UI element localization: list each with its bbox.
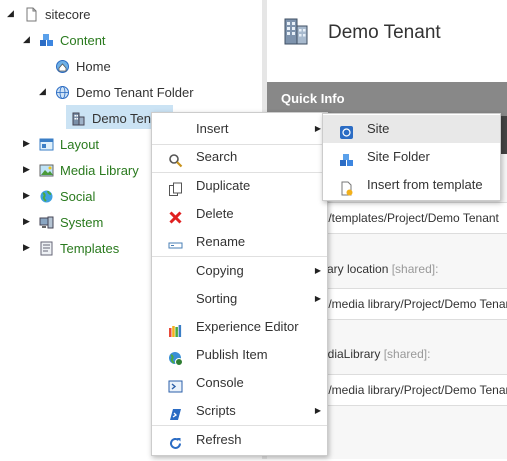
submenu-arrow-icon: ▶ [314, 124, 321, 133]
expand-arrow-icon[interactable]: ▶ [23, 242, 30, 253]
item-header: Demo Tenant [267, 0, 507, 82]
delete-x-icon [168, 207, 183, 224]
tree-node-demo-tenant-folder[interactable]: Demo Tenant Folder [55, 81, 194, 103]
shared-tag: [shared]: [383, 347, 431, 361]
menu-item-insert[interactable]: Insert ▶ [152, 115, 327, 143]
media-library-location-label: library location [shared]: [311, 262, 438, 276]
collapse-arrow-icon[interactable]: ◢ [7, 8, 14, 19]
system-computer-icon [39, 215, 54, 230]
image-icon [39, 163, 54, 178]
shared-tag: [shared]: [391, 262, 439, 276]
menu-label: Delete [196, 206, 234, 221]
expand-arrow-icon[interactable]: ▶ [23, 216, 30, 227]
page-icon [24, 7, 39, 22]
menu-item-scripts[interactable]: Scripts ▶ [152, 397, 327, 425]
submenu-item-insert-from-template[interactable]: Insert from template [323, 171, 500, 199]
menu-item-delete[interactable]: Delete [152, 200, 327, 228]
expand-arrow-icon[interactable]: ▶ [23, 138, 30, 149]
menu-item-rename[interactable]: Rename [152, 228, 327, 256]
publish-globe-icon [168, 348, 183, 366]
rename-icon [168, 235, 183, 250]
home-globe-icon [55, 59, 70, 74]
submenu-label: Site Folder [367, 149, 430, 164]
tree-label: Home [76, 58, 111, 74]
tree-node-content[interactable]: Content [39, 29, 106, 51]
quick-info-header[interactable]: Quick Info [267, 82, 507, 116]
duplicate-icon [168, 179, 183, 196]
search-icon [168, 150, 183, 168]
menu-label: Sorting [196, 291, 238, 306]
context-menu: Insert ▶ Search Duplicate Delete Rename … [151, 112, 328, 456]
submenu-arrow-icon: ▶ [314, 406, 321, 415]
scripts-icon [168, 404, 183, 420]
refresh-icon [168, 433, 183, 449]
menu-label: Duplicate [196, 178, 251, 193]
submenu-label: Site [367, 121, 390, 136]
submenu-item-site-folder[interactable]: Site Folder [323, 143, 500, 171]
tree-label: sitecore [45, 6, 91, 22]
submenu-label: Insert from template [367, 177, 483, 192]
tree-node-home[interactable]: Home [55, 55, 111, 77]
tree-label: Templates [60, 240, 120, 256]
expand-arrow-icon[interactable]: ▶ [23, 190, 30, 201]
tree-node-social[interactable]: Social [39, 185, 95, 207]
page-title: Demo Tenant [328, 22, 441, 43]
tree-label: System [60, 214, 104, 230]
tree-label: Layout [60, 136, 100, 152]
media-library-label: MediaLibrary [shared]: [311, 347, 430, 361]
tree-label: Content [60, 32, 106, 48]
menu-label: Scripts [196, 403, 236, 418]
menu-label: Console [196, 375, 244, 390]
site-icon [339, 122, 354, 139]
menu-item-publish-item[interactable]: Publish Item [152, 341, 327, 369]
menu-label: Publish Item [196, 347, 268, 362]
menu-label: Copying [196, 263, 244, 278]
menu-item-search[interactable]: Search [152, 143, 327, 171]
menu-item-experience-editor[interactable]: Experience Editor [152, 313, 327, 341]
crayons-icon [168, 320, 183, 337]
building-icon [71, 111, 86, 126]
tree-node-media-library[interactable]: Media Library [39, 159, 139, 181]
tree-node-sitecore[interactable]: sitecore [24, 3, 91, 25]
menu-label: Search [196, 149, 238, 164]
menu-label: Experience Editor [196, 319, 299, 334]
expand-arrow-icon[interactable]: ▶ [23, 164, 30, 175]
submenu-item-site[interactable]: Site [323, 115, 500, 143]
submenu-arrow-icon: ▶ [314, 266, 321, 275]
template-icon [339, 178, 354, 196]
collapse-arrow-icon[interactable]: ◢ [23, 34, 30, 45]
tree-label: Media Library [60, 162, 139, 178]
content-cubes-icon [39, 33, 54, 48]
menu-item-console[interactable]: Console [152, 369, 327, 397]
globe-icon [55, 85, 70, 100]
social-globe-icon [39, 189, 54, 204]
menu-item-sorting[interactable]: Sorting ▶ [152, 285, 327, 313]
menu-label: Refresh [196, 432, 242, 447]
site-folder-cubes-icon [339, 150, 354, 166]
tree-node-templates[interactable]: Templates [39, 237, 119, 259]
menu-item-duplicate[interactable]: Duplicate [152, 172, 327, 200]
tree-label: Social [60, 188, 96, 204]
tree-node-system[interactable]: System [39, 211, 103, 233]
menu-label: Rename [196, 234, 246, 249]
menu-label: Insert [196, 121, 229, 136]
menu-item-refresh[interactable]: Refresh [152, 426, 327, 454]
template-document-icon [39, 241, 54, 256]
layout-icon [39, 137, 54, 152]
insert-submenu: Site Site Folder Insert from template [322, 113, 501, 201]
submenu-arrow-icon: ▶ [314, 294, 321, 303]
console-icon [168, 376, 183, 393]
collapse-arrow-icon[interactable]: ◢ [39, 86, 46, 97]
building-icon [281, 16, 311, 46]
menu-item-copying[interactable]: Copying ▶ [152, 257, 327, 285]
tree-node-layout[interactable]: Layout [39, 133, 99, 155]
tree-label: Demo Tenant Folder [76, 84, 194, 100]
